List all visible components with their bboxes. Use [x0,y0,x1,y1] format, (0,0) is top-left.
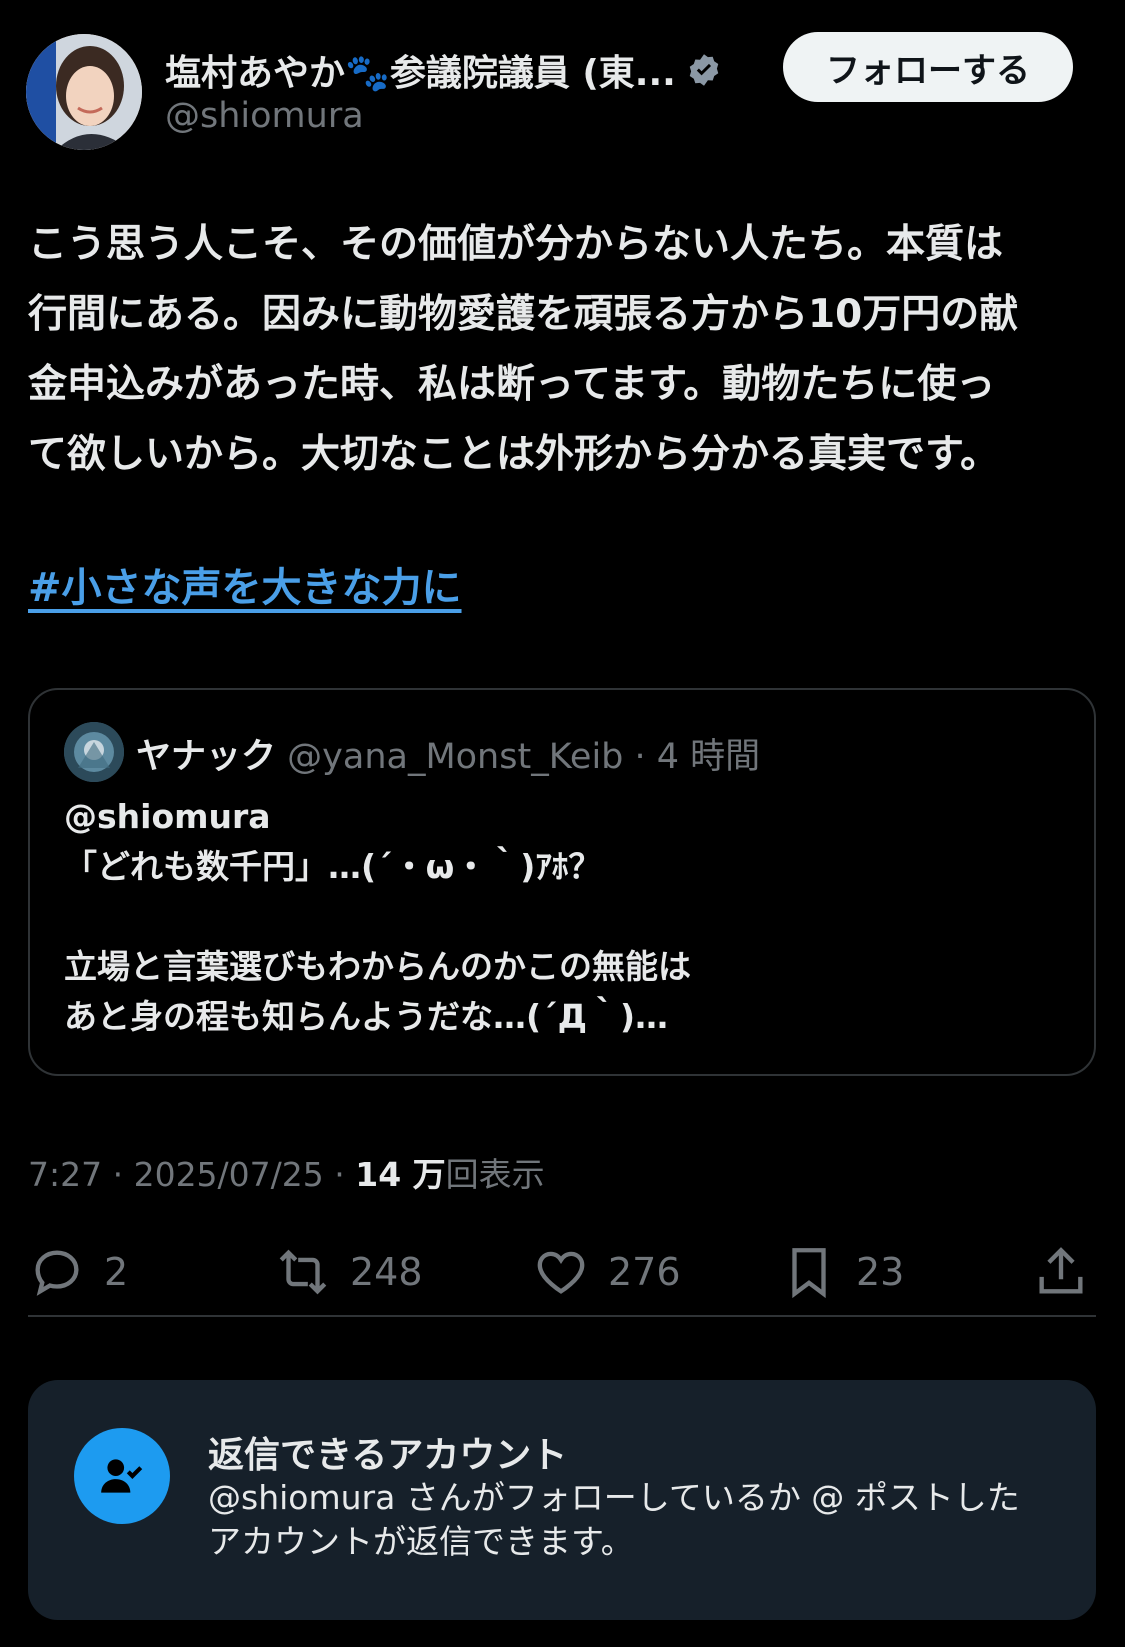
quoted-line: あと身の程も知らんようだな…(´Д｀)… [64,997,669,1036]
tweet-line: 金申込みがあった時、私は断ってます。動物たちに使っ [28,362,996,407]
quoted-line [64,892,1064,942]
author-display-name[interactable]: 塩村あやか🐾参議院議員 (東... [165,44,722,96]
reply-desc-line: アカウントが返信できます。 [208,1522,634,1561]
bookmark-icon [792,1248,826,1299]
reply-button[interactable]: 2 [28,1232,128,1312]
share-icon [1039,1247,1083,1294]
tweet-line: て欲しいから。大切なことは外形から分かる真実です。 [28,432,1000,477]
author-handle[interactable]: @shiomura [165,96,364,136]
quoted-line: @shiomura [64,797,271,836]
heart-icon [537,1251,585,1294]
tweet-meta: 7:27 · 2025/07/25 · 14 万回表示 [28,1148,545,1196]
repost-count: 248 [350,1250,423,1294]
like-button[interactable]: 276 [532,1232,681,1312]
quoted-line: 「どれも数千円」…(´・ω・｀)ｱﾎ？ [64,847,602,886]
reply-restriction-description: @shiomura さんがフォローしているか @ ポストした アカウントが返信で… [208,1476,1068,1564]
tweet-timestamp[interactable]: 7:27 · 2025/07/25 · [28,1155,355,1194]
views-label: 回表示 [445,1155,545,1194]
tweet-line: 行間にある。因みに動物愛護を頑張る方から10万円の献 [28,292,1019,337]
reply-count: 2 [104,1250,129,1294]
repost-button[interactable]: 248 [274,1232,423,1312]
share-button[interactable] [1032,1232,1090,1312]
divider [28,1315,1096,1317]
author-name-text: 塩村あやか🐾参議院議員 (東... [165,53,676,94]
repost-icon [279,1249,327,1295]
bookmark-count: 23 [856,1250,905,1294]
quoted-author-name: ヤナック [136,737,277,777]
hashtag-link[interactable]: #小さな声を大きな力に [28,555,462,613]
reply-restriction-box: 返信できるアカウント @shiomura さんがフォローしているか @ ポストし… [28,1380,1096,1620]
user-check-icon [74,1428,170,1524]
quoted-text: @shiomura 「どれも数千円」…(´・ω・｀)ｱﾎ？ 立場と言葉選びもわか… [64,792,1064,1042]
quoted-header: ヤナック @yana_Monst_Keib · 4 時間 [136,728,760,779]
quoted-line: 立場と言葉選びもわからんのかこの無能は [64,947,691,986]
action-bar: 2 248 276 23 [28,1232,1096,1312]
tweet-line: こう思う人こそ、その価値が分からない人たち。本質は [28,222,1004,267]
like-count: 276 [608,1250,681,1294]
quoted-author-meta: @yana_Monst_Keib · 4 時間 [287,737,761,777]
reply-desc-line: @shiomura さんがフォローしているか @ ポストした [208,1478,1020,1517]
tweet-text: こう思う人こそ、その価値が分からない人たち。本質は 行間にある。因みに動物愛護を… [28,210,1098,490]
quoted-author-avatar [64,722,124,782]
views-count: 14 万 [355,1155,446,1194]
quoted-tweet-card[interactable]: ヤナック @yana_Monst_Keib · 4 時間 @shiomura 「… [28,688,1096,1076]
follow-button[interactable]: フォローする [783,32,1073,102]
reply-restriction-title: 返信できるアカウント [208,1435,568,1476]
author-avatar[interactable] [26,34,142,150]
bookmark-button[interactable]: 23 [780,1232,904,1312]
verified-badge-icon [689,54,719,86]
reply-icon [35,1250,79,1296]
